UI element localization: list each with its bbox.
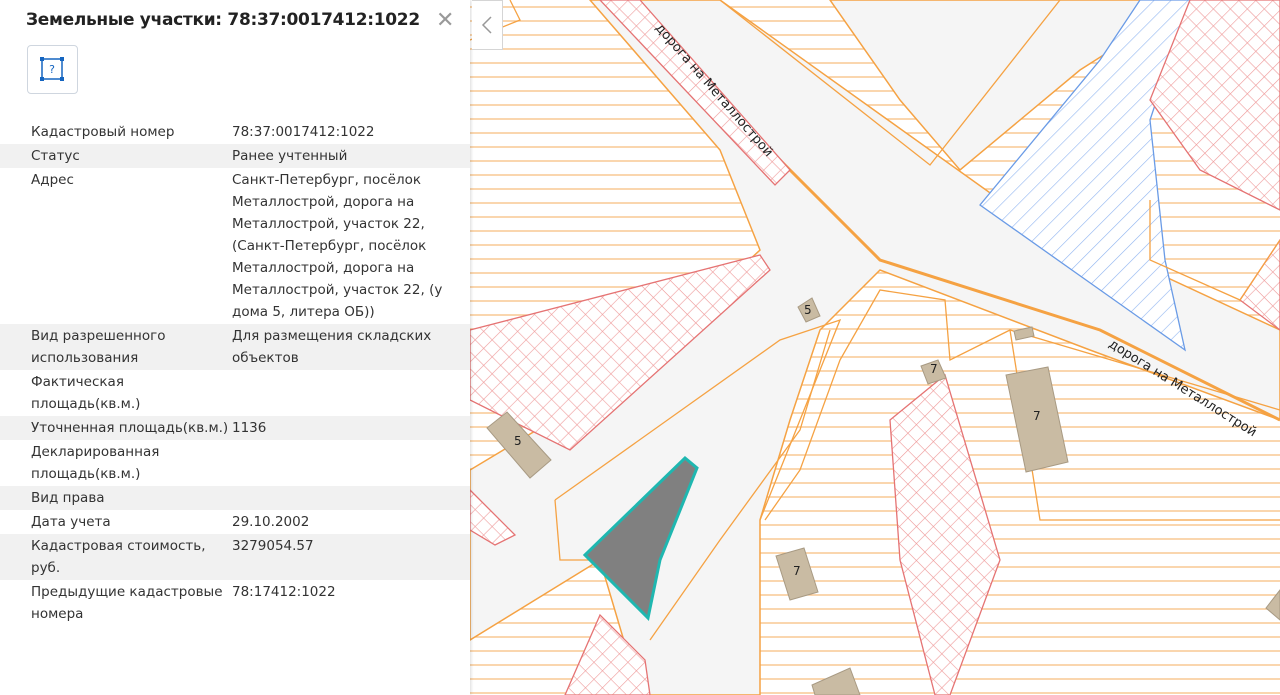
- table-row: Статус Ранее учтенный: [0, 144, 470, 168]
- row-value: Для размещения складских объектов: [232, 328, 432, 366]
- row-value: 3279054.57: [232, 538, 314, 554]
- row-key: Фактическая площадь(кв.м.): [31, 374, 141, 412]
- row-key: Адрес: [31, 172, 74, 188]
- row-value: Санкт-Петербург, посёлок Металлострой, д…: [232, 172, 443, 320]
- table-row: Дата учета 29.10.2002: [0, 510, 470, 534]
- row-key: Уточненная площадь(кв.м.): [31, 420, 229, 436]
- help-button[interactable]: ?: [27, 45, 78, 94]
- row-value: [231, 371, 462, 415]
- table-row: Адрес Санкт-Петербург, посёлок Металлост…: [0, 168, 470, 324]
- building-label: 7: [1033, 409, 1041, 423]
- row-key: Вид права: [31, 490, 105, 506]
- table-row: Предыдущие кадастровые номера 78:17412:1…: [0, 580, 470, 626]
- row-value: [231, 487, 462, 509]
- table-row: Уточненная площадь(кв.м.) 1136: [0, 416, 470, 440]
- building-label: 5: [514, 434, 522, 448]
- table-row: Вид права: [0, 486, 470, 510]
- row-value: 78:17412:1022: [232, 584, 336, 600]
- parcel-help-icon: ?: [40, 57, 64, 81]
- svg-text:?: ?: [49, 63, 55, 76]
- row-value: 29.10.2002: [232, 514, 310, 530]
- table-row: Фактическая площадь(кв.м.): [0, 370, 470, 416]
- table-row: Вид разрешенного использования Для разме…: [0, 324, 470, 370]
- row-value: [231, 441, 462, 485]
- close-icon[interactable]: ✕: [436, 8, 454, 33]
- row-key: Кадастровая стоимость, руб.: [31, 538, 206, 576]
- collapse-panel-button[interactable]: [472, 0, 503, 50]
- row-value: 1136: [232, 420, 267, 436]
- row-value: 78:37:0017412:1022: [232, 124, 375, 140]
- table-row: Кадастровая стоимость, руб. 3279054.57: [0, 534, 470, 580]
- row-key: Предыдущие кадастровые номера: [31, 584, 223, 622]
- row-key: Декларированная площадь(кв.м.): [31, 444, 160, 482]
- row-value: Ранее учтенный: [232, 148, 348, 164]
- building-label: 7: [930, 362, 938, 376]
- panel-title: Земельные участки: 78:37:0017412:1022: [26, 10, 420, 30]
- table-row: Кадастровый номер 78:37:0017412:1022: [0, 120, 470, 144]
- building-label: 5: [804, 303, 812, 317]
- attribute-table: Кадастровый номер 78:37:0017412:1022 Ста…: [0, 120, 470, 626]
- row-key: Кадастровый номер: [31, 124, 175, 140]
- info-panel: Земельные участки: 78:37:0017412:1022 ✕ …: [0, 0, 470, 695]
- row-key: Вид разрешенного использования: [31, 328, 166, 366]
- building-label: 7: [793, 564, 801, 578]
- row-key: Дата учета: [31, 514, 111, 530]
- row-key: Статус: [31, 148, 80, 164]
- table-row: Декларированная площадь(кв.м.): [0, 440, 470, 486]
- chevron-left-icon: [481, 16, 492, 34]
